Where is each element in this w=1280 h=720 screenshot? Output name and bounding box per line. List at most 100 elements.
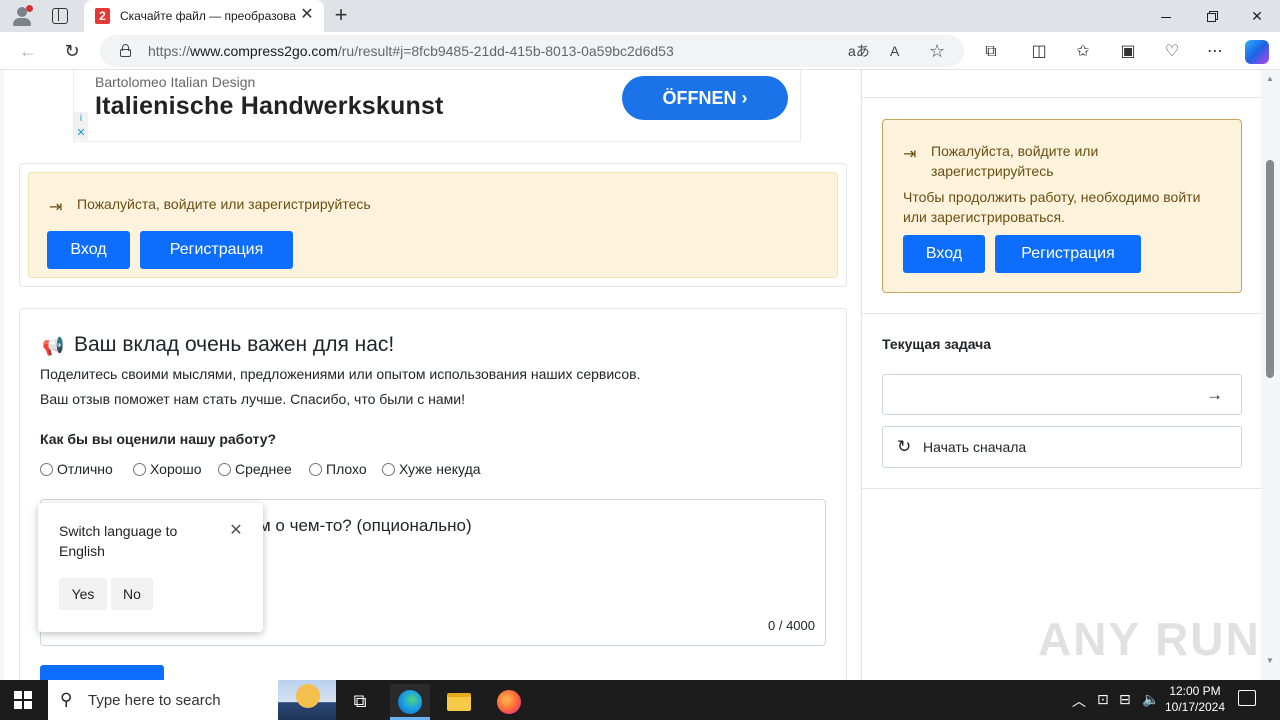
restart-label: Начать сначала bbox=[923, 439, 1027, 455]
split-screen-icon[interactable]: ◫ bbox=[1028, 41, 1050, 63]
scroll-thumb[interactable] bbox=[1266, 160, 1274, 378]
file-explorer-icon[interactable] bbox=[439, 684, 479, 720]
browser-toolbar: ← ↻ https://www.compress2go.com/ru/resul… bbox=[0, 32, 1280, 70]
tab-title: Скачайте файл — преобразова bbox=[120, 9, 296, 23]
sidebar-login-button[interactable]: Вход bbox=[903, 235, 985, 273]
search-icon: ⚲ bbox=[60, 690, 73, 709]
url-text[interactable]: https://www.compress2go.com/ru/result#j=… bbox=[148, 43, 674, 59]
task-view-icon[interactable]: ⧉ bbox=[340, 684, 380, 720]
search-placeholder: Type here to search bbox=[88, 692, 221, 709]
taskbar-search[interactable]: ⚲ Type here to search bbox=[48, 680, 336, 720]
sign-in-icon: ⇥ bbox=[49, 199, 63, 216]
profile-avatar-icon[interactable] bbox=[10, 5, 34, 27]
login-card: ⇥ Пожалуйста, войдите или зарегистрируйт… bbox=[19, 163, 847, 287]
tab-actions-icon[interactable] bbox=[52, 8, 68, 24]
windows-taskbar: ⚲ Type here to search ⧉ ︿ ⊡ ⊟ 🔈 12:00 PM… bbox=[0, 680, 1280, 720]
close-icon[interactable]: ✕ bbox=[226, 521, 246, 541]
windows-start-icon[interactable] bbox=[14, 691, 32, 709]
browser-title-bar: 2 Скачайте файл — преобразова ✕ + ✕ bbox=[0, 0, 1280, 32]
login-alert: ⇥ Пожалуйста, войдите или зарегистрируйт… bbox=[28, 172, 838, 278]
copilot-icon[interactable] bbox=[1245, 40, 1269, 64]
arrow-right-icon[interactable]: → bbox=[1206, 385, 1223, 405]
address-bar[interactable]: https://www.compress2go.com/ru/result#j=… bbox=[100, 35, 964, 67]
feedback-line-2: Ваш отзыв поможет нам стать лучше. Спаси… bbox=[40, 391, 465, 407]
tab-active[interactable]: 2 Скачайте файл — преобразова ✕ bbox=[84, 0, 324, 32]
network-icon[interactable]: ⊟ bbox=[1119, 691, 1131, 708]
radio-icon[interactable] bbox=[40, 463, 53, 476]
favorite-star-icon[interactable]: ☆ bbox=[929, 41, 945, 61]
close-window-button[interactable]: ✕ bbox=[1234, 0, 1280, 32]
rating-option-good[interactable]: Хорошо bbox=[133, 461, 202, 481]
firefox-icon[interactable] bbox=[489, 684, 529, 720]
notifications-icon[interactable] bbox=[1238, 690, 1256, 706]
favorites-icon[interactable]: ✩ bbox=[1072, 41, 1094, 63]
minimize-button[interactable] bbox=[1143, 0, 1189, 32]
browser-essentials-icon[interactable]: ♡ bbox=[1161, 41, 1183, 63]
textarea-placeholder: м о чем-то? (опционально) bbox=[259, 516, 472, 535]
device-icon[interactable]: ⊡ bbox=[1097, 691, 1109, 708]
volume-icon[interactable]: 🔈 bbox=[1142, 691, 1159, 708]
sidebar: ⇥ Пожалуйста, войдите или зарегистрируйт… bbox=[861, 70, 1262, 680]
register-button[interactable]: Регистрация bbox=[140, 231, 293, 269]
back-arrow-icon[interactable]: ← bbox=[18, 41, 38, 61]
sidebar-divider bbox=[862, 488, 1262, 489]
search-highlight-image bbox=[278, 680, 336, 720]
char-counter: 0 / 4000 bbox=[768, 618, 815, 633]
rating-question: Как бы вы оценили нашу работу? bbox=[40, 431, 277, 447]
maximize-button[interactable] bbox=[1188, 0, 1234, 32]
rating-option-average[interactable]: Среднее bbox=[218, 461, 292, 481]
ad-info-icon[interactable]: i bbox=[74, 112, 88, 126]
login-message: Пожалуйста, войдите или зарегистрируйтес… bbox=[77, 196, 371, 212]
current-task-heading: Текущая задача bbox=[882, 336, 992, 352]
system-clock[interactable]: 12:00 PM 10/17/2024 bbox=[1160, 683, 1230, 715]
read-aloud-icon[interactable]: A bbox=[890, 41, 899, 61]
restart-icon: ↻ bbox=[897, 437, 912, 456]
show-hidden-icons-icon[interactable]: ︿ bbox=[1072, 691, 1086, 711]
feedback-line-1: Поделитесь своими мыслями, предложениями… bbox=[40, 366, 641, 382]
sidebar-alert-title: Пожалуйста, войдите или зарегистрируйтес… bbox=[931, 143, 1099, 179]
clock-date: 10/17/2024 bbox=[1164, 700, 1226, 714]
language-switch-popup: Switch language to English ✕ Yes No bbox=[38, 503, 263, 632]
radio-icon[interactable] bbox=[218, 463, 231, 476]
page-scrollbar[interactable]: ▲ ▼ bbox=[1262, 70, 1278, 680]
radio-icon[interactable] bbox=[309, 463, 322, 476]
scroll-up-icon[interactable]: ▲ bbox=[1266, 74, 1274, 83]
submit-feedback-button[interactable] bbox=[40, 665, 164, 680]
clock-time: 12:00 PM bbox=[1169, 684, 1221, 698]
restart-button[interactable]: ↻ Начать сначала bbox=[882, 426, 1242, 468]
sidebar-alert-body: Чтобы продолжить работу, необходимо войт… bbox=[903, 189, 1201, 225]
anyrun-watermark: ANY RUN bbox=[1038, 613, 1261, 665]
rating-option-worst[interactable]: Хуже некуда bbox=[382, 461, 481, 481]
translate-icon[interactable]: aあ bbox=[848, 41, 870, 61]
ad-close-icon[interactable]: ✕ bbox=[74, 126, 88, 140]
main-column: Bartolomeo Italian Design Italienische H… bbox=[4, 70, 860, 680]
feedback-title: Ваш вклад очень важен для нас! bbox=[74, 333, 395, 356]
collections-icon[interactable]: ▣ bbox=[1117, 41, 1139, 63]
lock-icon[interactable] bbox=[120, 44, 131, 57]
language-no-button[interactable]: No bbox=[111, 578, 153, 610]
radio-icon[interactable] bbox=[382, 463, 395, 476]
sidebar-login-alert: ⇥ Пожалуйста, войдите или зарегистрируйт… bbox=[882, 119, 1242, 293]
edge-taskbar-icon[interactable] bbox=[390, 684, 430, 720]
refresh-icon[interactable]: ↻ bbox=[62, 41, 82, 61]
site-favicon-icon: 2 bbox=[95, 8, 110, 24]
sidebar-register-button[interactable]: Регистрация bbox=[995, 235, 1141, 273]
tab-close-icon[interactable]: ✕ bbox=[298, 6, 316, 24]
language-popup-text: Switch language to English bbox=[59, 523, 178, 559]
login-button[interactable]: Вход bbox=[47, 231, 130, 269]
current-task-input[interactable]: → bbox=[882, 374, 1242, 415]
extensions-icon[interactable]: ⧉ bbox=[980, 41, 1002, 63]
megaphone-icon: 📢 bbox=[42, 336, 65, 356]
page-content: Bartolomeo Italian Design Italienische H… bbox=[0, 70, 1280, 680]
rating-option-bad[interactable]: Плохо bbox=[309, 461, 367, 481]
ad-banner[interactable]: Bartolomeo Italian Design Italienische H… bbox=[73, 70, 801, 142]
language-yes-button[interactable]: Yes bbox=[59, 578, 107, 610]
sign-in-icon: ⇥ bbox=[903, 146, 917, 163]
rating-option-excellent[interactable]: Отлично bbox=[40, 461, 113, 481]
ad-open-button[interactable]: ÖFFNEN › bbox=[622, 76, 788, 120]
scroll-down-icon[interactable]: ▼ bbox=[1266, 656, 1274, 665]
radio-icon[interactable] bbox=[133, 463, 146, 476]
new-tab-icon[interactable]: + bbox=[330, 4, 352, 26]
ad-headline[interactable]: Italienische Handwerkskunst bbox=[95, 92, 444, 121]
more-menu-icon[interactable]: ⋯ bbox=[1204, 41, 1226, 63]
